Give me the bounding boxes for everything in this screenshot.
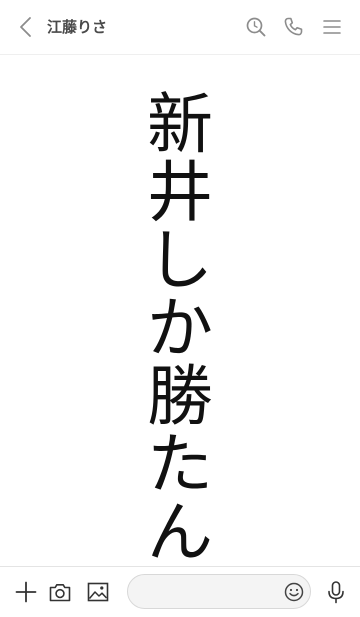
emoji-button[interactable] xyxy=(282,580,306,604)
message-area: 新 井 し か 勝 た ん xyxy=(0,55,360,567)
microphone-icon xyxy=(328,581,344,604)
call-button[interactable] xyxy=(279,13,307,41)
hamburger-menu-icon xyxy=(323,20,341,34)
menu-button[interactable] xyxy=(318,13,346,41)
phone-icon xyxy=(284,17,303,36)
search-button[interactable] xyxy=(242,13,270,41)
message-char: た xyxy=(147,426,213,503)
vertical-message: 新 井 し か 勝 た ん xyxy=(0,91,360,567)
camera-icon xyxy=(49,584,71,602)
chevron-left-icon xyxy=(20,17,31,37)
message-char: 勝 xyxy=(147,358,213,435)
message-input[interactable] xyxy=(140,575,280,608)
image-button[interactable] xyxy=(84,578,112,606)
add-button[interactable] xyxy=(12,578,40,606)
message-char: 新 xyxy=(147,86,213,163)
chat-title: 江藤りさ xyxy=(47,18,108,36)
message-char: 井 xyxy=(147,154,213,231)
input-bar xyxy=(0,566,360,617)
message-input-field[interactable] xyxy=(127,574,311,609)
image-icon xyxy=(87,582,109,602)
message-char: し xyxy=(147,222,213,299)
smiley-icon xyxy=(284,582,304,602)
microphone-button[interactable] xyxy=(322,578,350,606)
plus-icon xyxy=(15,581,37,603)
search-icon xyxy=(246,17,266,37)
message-char: ん xyxy=(147,494,213,571)
message-char: か xyxy=(147,290,213,367)
back-button[interactable] xyxy=(12,13,40,41)
camera-button[interactable] xyxy=(46,578,74,606)
chat-header: 江藤りさ xyxy=(0,0,360,55)
